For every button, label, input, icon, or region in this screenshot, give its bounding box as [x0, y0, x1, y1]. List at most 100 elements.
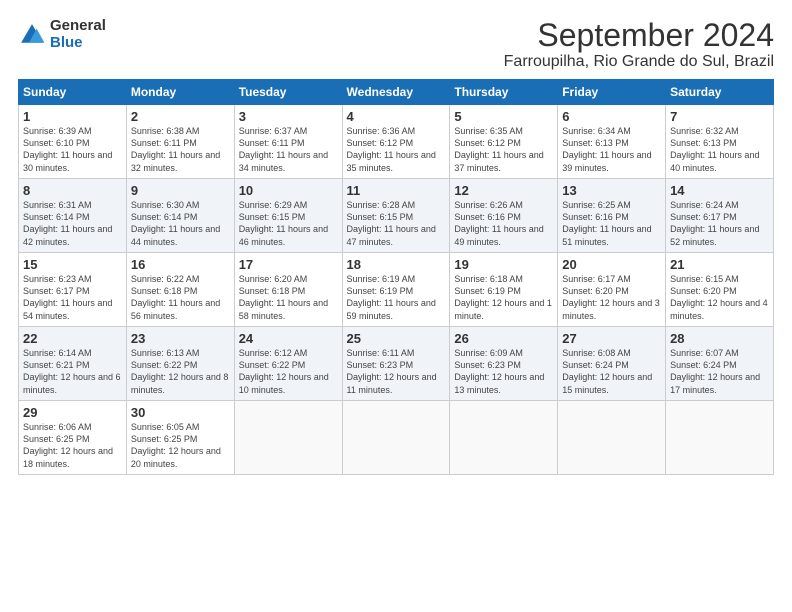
- day-cell: [558, 401, 666, 475]
- day-number: 30: [131, 405, 230, 420]
- day-cell: 17 Sunrise: 6:20 AMSunset: 6:18 PMDayligh…: [234, 253, 342, 327]
- day-number: 21: [670, 257, 769, 272]
- title-area: September 2024 Farroupilha, Rio Grande d…: [504, 18, 774, 71]
- day-cell: 18Sunrise: 6:19 AMSunset: 6:19 PMDayligh…: [342, 253, 450, 327]
- day-cell: [342, 401, 450, 475]
- day-cell: 14 Sunrise: 6:24 AMSunset: 6:17 PMDayligh…: [666, 179, 774, 253]
- day-cell: 4 Sunrise: 6:36 AMSunset: 6:12 PMDaylight…: [342, 105, 450, 179]
- day-cell: 26 Sunrise: 6:09 AMSunset: 6:23 PMDayligh…: [450, 327, 558, 401]
- header: General Blue September 2024 Farroupilha,…: [18, 18, 774, 71]
- day-cell: 16 Sunrise: 6:22 AMSunset: 6:18 PMDayligh…: [126, 253, 234, 327]
- calendar-subtitle: Farroupilha, Rio Grande do Sul, Brazil: [504, 53, 774, 71]
- day-info: Sunrise: 6:22 AMSunset: 6:18 PMDaylight:…: [131, 274, 220, 320]
- day-number: 10: [239, 183, 338, 198]
- header-wednesday: Wednesday: [342, 80, 450, 105]
- day-info: Sunrise: 6:26 AMSunset: 6:16 PMDaylight:…: [454, 200, 543, 246]
- day-cell: 24 Sunrise: 6:12 AMSunset: 6:22 PMDayligh…: [234, 327, 342, 401]
- day-number: 4: [347, 109, 446, 124]
- day-cell: 9Sunrise: 6:30 AMSunset: 6:14 PMDaylight…: [126, 179, 234, 253]
- day-number: 22: [23, 331, 122, 346]
- day-info: Sunrise: 6:14 AMSunset: 6:21 PMDaylight:…: [23, 348, 121, 394]
- week-row-4: 22 Sunrise: 6:14 AMSunset: 6:21 PMDayligh…: [19, 327, 774, 401]
- header-thursday: Thursday: [450, 80, 558, 105]
- day-number: 26: [454, 331, 553, 346]
- day-number: 5: [454, 109, 553, 124]
- day-number: 8: [23, 183, 122, 198]
- day-number: 7: [670, 109, 769, 124]
- day-number: 2: [131, 109, 230, 124]
- day-cell: [234, 401, 342, 475]
- day-info: Sunrise: 6:13 AMSunset: 6:22 PMDaylight:…: [131, 348, 229, 394]
- day-number: 9: [131, 183, 230, 198]
- day-cell: 6 Sunrise: 6:34 AMSunset: 6:13 PMDaylight…: [558, 105, 666, 179]
- day-info: Sunrise: 6:11 AMSunset: 6:23 PMDaylight:…: [347, 348, 437, 394]
- calendar-title: September 2024: [504, 18, 774, 53]
- calendar-header-row: SundayMondayTuesdayWednesdayThursdayFrid…: [19, 80, 774, 105]
- day-info: Sunrise: 6:28 AMSunset: 6:15 PMDaylight:…: [347, 200, 436, 246]
- logo-icon: [18, 21, 46, 49]
- day-info: Sunrise: 6:23 AMSunset: 6:17 PMDaylight:…: [23, 274, 112, 320]
- calendar-table: SundayMondayTuesdayWednesdayThursdayFrid…: [18, 79, 774, 475]
- day-cell: 25 Sunrise: 6:11 AMSunset: 6:23 PMDayligh…: [342, 327, 450, 401]
- week-row-1: 1Sunrise: 6:39 AMSunset: 6:10 PMDaylight…: [19, 105, 774, 179]
- header-tuesday: Tuesday: [234, 80, 342, 105]
- day-number: 19: [454, 257, 553, 272]
- day-info: Sunrise: 6:20 AMSunset: 6:18 PMDaylight:…: [239, 274, 328, 320]
- day-cell: 29Sunrise: 6:06 AMSunset: 6:25 PMDayligh…: [19, 401, 127, 475]
- day-info: Sunrise: 6:32 AMSunset: 6:13 PMDaylight:…: [670, 126, 759, 172]
- week-row-3: 15Sunrise: 6:23 AMSunset: 6:17 PMDayligh…: [19, 253, 774, 327]
- day-number: 27: [562, 331, 661, 346]
- day-cell: 19Sunrise: 6:18 AMSunset: 6:19 PMDayligh…: [450, 253, 558, 327]
- day-info: Sunrise: 6:15 AMSunset: 6:20 PMDaylight:…: [670, 274, 768, 320]
- day-cell: 21 Sunrise: 6:15 AMSunset: 6:20 PMDayligh…: [666, 253, 774, 327]
- day-number: 3: [239, 109, 338, 124]
- day-cell: 2 Sunrise: 6:38 AMSunset: 6:11 PMDaylight…: [126, 105, 234, 179]
- logo-blue: Blue: [50, 35, 106, 52]
- day-number: 20: [562, 257, 661, 272]
- day-cell: 8 Sunrise: 6:31 AMSunset: 6:14 PMDaylight…: [19, 179, 127, 253]
- day-cell: 12 Sunrise: 6:26 AMSunset: 6:16 PMDayligh…: [450, 179, 558, 253]
- day-number: 17: [239, 257, 338, 272]
- day-number: 16: [131, 257, 230, 272]
- day-number: 23: [131, 331, 230, 346]
- day-cell: [450, 401, 558, 475]
- day-number: 25: [347, 331, 446, 346]
- day-number: 28: [670, 331, 769, 346]
- day-info: Sunrise: 6:17 AMSunset: 6:20 PMDaylight:…: [562, 274, 660, 320]
- day-number: 13: [562, 183, 661, 198]
- day-cell: 1Sunrise: 6:39 AMSunset: 6:10 PMDaylight…: [19, 105, 127, 179]
- day-info: Sunrise: 6:24 AMSunset: 6:17 PMDaylight:…: [670, 200, 759, 246]
- day-info: Sunrise: 6:08 AMSunset: 6:24 PMDaylight:…: [562, 348, 652, 394]
- day-info: Sunrise: 6:09 AMSunset: 6:23 PMDaylight:…: [454, 348, 544, 394]
- day-info: Sunrise: 6:35 AMSunset: 6:12 PMDaylight:…: [454, 126, 543, 172]
- day-info: Sunrise: 6:05 AMSunset: 6:25 PMDaylight:…: [131, 422, 221, 468]
- day-info: Sunrise: 6:29 AMSunset: 6:15 PMDaylight:…: [239, 200, 328, 246]
- day-info: Sunrise: 6:37 AMSunset: 6:11 PMDaylight:…: [239, 126, 328, 172]
- day-cell: [666, 401, 774, 475]
- day-info: Sunrise: 6:38 AMSunset: 6:11 PMDaylight:…: [131, 126, 220, 172]
- day-cell: 11Sunrise: 6:28 AMSunset: 6:15 PMDayligh…: [342, 179, 450, 253]
- day-cell: 27 Sunrise: 6:08 AMSunset: 6:24 PMDayligh…: [558, 327, 666, 401]
- day-info: Sunrise: 6:36 AMSunset: 6:12 PMDaylight:…: [347, 126, 436, 172]
- day-number: 24: [239, 331, 338, 346]
- day-cell: 3 Sunrise: 6:37 AMSunset: 6:11 PMDaylight…: [234, 105, 342, 179]
- day-cell: 13Sunrise: 6:25 AMSunset: 6:16 PMDayligh…: [558, 179, 666, 253]
- day-info: Sunrise: 6:19 AMSunset: 6:19 PMDaylight:…: [347, 274, 436, 320]
- day-info: Sunrise: 6:31 AMSunset: 6:14 PMDaylight:…: [23, 200, 112, 246]
- day-number: 14: [670, 183, 769, 198]
- logo-text: General Blue: [50, 18, 106, 51]
- day-number: 6: [562, 109, 661, 124]
- header-saturday: Saturday: [666, 80, 774, 105]
- day-cell: 5 Sunrise: 6:35 AMSunset: 6:12 PMDaylight…: [450, 105, 558, 179]
- header-friday: Friday: [558, 80, 666, 105]
- header-monday: Monday: [126, 80, 234, 105]
- day-info: Sunrise: 6:12 AMSunset: 6:22 PMDaylight:…: [239, 348, 329, 394]
- day-cell: 28Sunrise: 6:07 AMSunset: 6:24 PMDayligh…: [666, 327, 774, 401]
- day-info: Sunrise: 6:34 AMSunset: 6:13 PMDaylight:…: [562, 126, 651, 172]
- day-cell: 22 Sunrise: 6:14 AMSunset: 6:21 PMDayligh…: [19, 327, 127, 401]
- week-row-5: 29Sunrise: 6:06 AMSunset: 6:25 PMDayligh…: [19, 401, 774, 475]
- day-number: 29: [23, 405, 122, 420]
- day-number: 1: [23, 109, 122, 124]
- logo-general: General: [50, 18, 106, 35]
- day-number: 12: [454, 183, 553, 198]
